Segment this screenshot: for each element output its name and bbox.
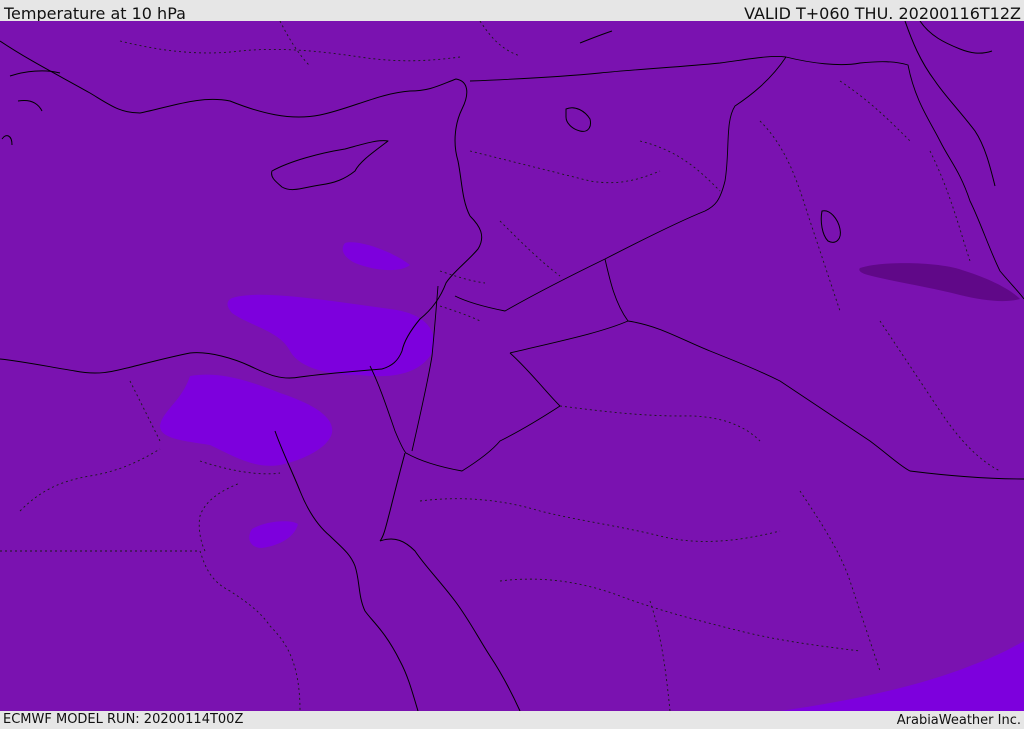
temperature-map: [0, 21, 1024, 711]
model-run-label: ECMWF MODEL RUN: 20200114T00Z: [3, 712, 244, 727]
base-temperature-field: [0, 21, 1024, 711]
credit-label: ArabiaWeather Inc.: [896, 713, 1021, 728]
header-bar: Temperature at 10 hPa VALID T+060 THU. 2…: [0, 0, 1024, 23]
footer-bar: ECMWF MODEL RUN: 20200114T00Z ArabiaWeat…: [0, 711, 1024, 729]
map-canvas[interactable]: [0, 21, 1024, 711]
